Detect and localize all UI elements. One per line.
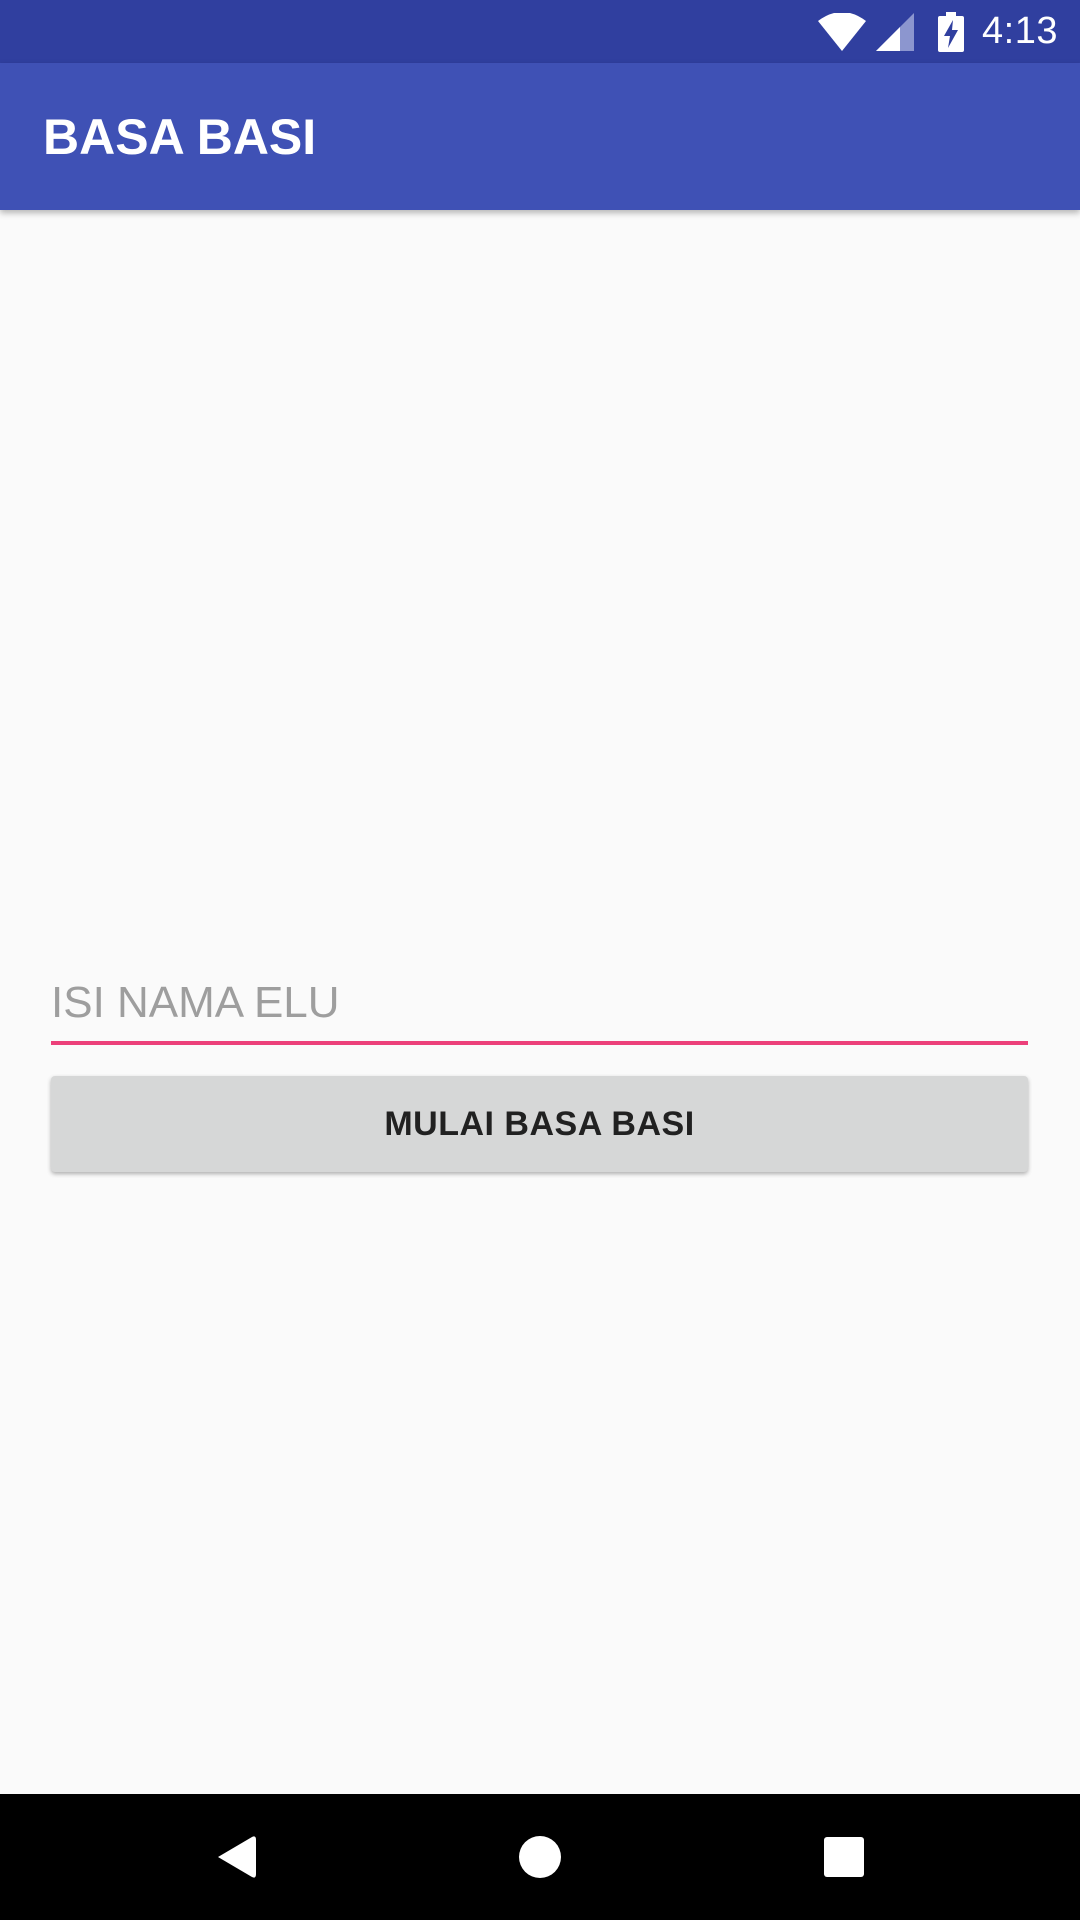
cell-signal-icon bbox=[876, 12, 915, 51]
home-icon[interactable] bbox=[477, 1794, 603, 1920]
name-input[interactable] bbox=[51, 965, 1028, 1045]
recents-icon[interactable] bbox=[781, 1794, 907, 1920]
back-icon[interactable] bbox=[173, 1794, 299, 1920]
wifi-icon bbox=[818, 12, 867, 51]
battery-charging-icon bbox=[938, 11, 965, 52]
status-bar: 4:13 bbox=[0, 0, 1080, 63]
navigation-bar bbox=[0, 1794, 1080, 1920]
app-bar: BASA BASI bbox=[0, 63, 1080, 210]
status-time: 4:13 bbox=[982, 10, 1058, 52]
app-title: BASA BASI bbox=[43, 108, 317, 165]
start-button[interactable]: MULAI BASA BASI bbox=[51, 1076, 1028, 1172]
